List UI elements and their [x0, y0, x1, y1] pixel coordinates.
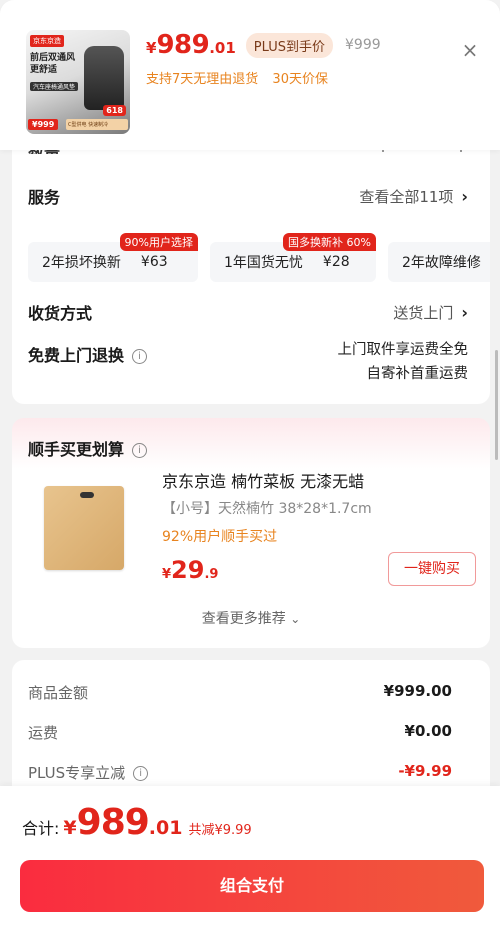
service-options: 2年损坏换新 ¥63 90%用户选择 1年国货无忧 ¥28 国多换新补 60% …	[28, 230, 490, 286]
service-option-price: ¥28	[322, 254, 350, 270]
thumb-price: ¥999	[28, 119, 59, 130]
total-price: 合计: ¥ 989 .01 共减¥9.99	[22, 802, 252, 843]
chevron-right-icon: ›	[461, 186, 468, 206]
summary-label: PLUS专享立减	[28, 764, 126, 782]
thumb-618-badge: 618	[103, 105, 126, 116]
total-integer: 989	[76, 802, 150, 843]
door-return-label: 免费上门退换	[28, 346, 125, 365]
bundle-price-integer: 29	[171, 556, 205, 584]
total-label: 合计:	[22, 819, 60, 838]
scrollbar[interactable]	[495, 350, 498, 460]
thumb-brand: 京东京造	[30, 35, 64, 47]
total-decimal: .01	[148, 817, 183, 839]
chevron-down-icon: ⌄	[290, 612, 301, 626]
bundle-title-label: 顺手买更划算	[28, 440, 125, 459]
thumb-strip: C型供电 快速制冷	[66, 119, 128, 130]
bundle-card: 顺手买更划算 i 京东京造 楠竹菜板 无漆无蜡 【小号】天然楠竹 38*28*1.…	[12, 418, 490, 648]
price-decimal: .01	[209, 39, 236, 57]
service-row[interactable]: 服务 查看全部11项 ›	[28, 184, 468, 208]
service-view-all[interactable]: 查看全部11项 ›	[359, 186, 468, 207]
service-view-all-label: 查看全部11项	[359, 187, 454, 206]
car-seat-image	[84, 46, 124, 110]
product-header: 京东京造 前后双通风 更舒适 汽车座椅通风垫 618 ¥999 C型供电 快速制…	[0, 0, 500, 150]
summary-value: ¥999.00	[383, 682, 452, 700]
service-option-tag: 国多换新补 60%	[283, 233, 376, 251]
bundle-product-spec: 【小号】天然楠竹 38*28*1.7cm	[162, 501, 372, 517]
door-return-info: 上门取件享运费全免 自寄补首重运费	[338, 338, 469, 386]
total-currency: ¥	[63, 817, 77, 839]
bundle-price: ¥ 29 .9	[162, 556, 218, 584]
board-handle-hole	[80, 492, 94, 498]
price-currency: ¥	[146, 39, 157, 57]
combined-pay-button[interactable]: 组合支付	[20, 860, 484, 912]
delivery-value-label: 送货上门	[393, 303, 454, 322]
service-option-2[interactable]: 2年故障维修	[388, 242, 490, 282]
service-option-price: ¥63	[140, 254, 168, 270]
summary-row-goods: 商品金额 ¥999.00	[28, 682, 452, 703]
summary-label-wrap: PLUS专享立减 i	[28, 762, 149, 783]
service-option-tag: 90%用户选择	[119, 233, 198, 251]
promise-price-protect: 30天价保	[272, 72, 328, 87]
close-icon[interactable]: ×	[458, 38, 482, 62]
info-icon[interactable]: i	[132, 443, 148, 458]
bundle-buy-rate: 92%用户顺手买过	[162, 529, 278, 545]
bundle-price-decimal: .9	[204, 567, 219, 582]
summary-label: 运费	[28, 724, 59, 742]
info-icon[interactable]: i	[132, 349, 148, 364]
bundle-price-currency: ¥	[162, 567, 172, 582]
bundle-title: 顺手买更划算 i	[28, 436, 148, 460]
original-price: ¥999	[345, 37, 381, 53]
summary-row-shipping: 运费 ¥0.00	[28, 722, 452, 743]
summary-label: 商品金额	[28, 684, 89, 702]
checkout-bar: 合计: ¥ 989 .01 共减¥9.99 组合支付	[0, 786, 500, 931]
thumb-sub: 汽车座椅通风垫	[30, 82, 79, 91]
bundle-product-image[interactable]	[30, 472, 140, 584]
summary-value: -¥9.99	[398, 762, 452, 780]
service-option-0[interactable]: 2年损坏换新 ¥63 90%用户选择	[28, 233, 198, 282]
service-title: 服务	[28, 188, 61, 207]
delivery-value[interactable]: 送货上门 ›	[393, 302, 468, 323]
delivery-title: 收货方式	[28, 304, 93, 323]
door-return-title: 免费上门退换 i	[28, 342, 148, 366]
service-option-1[interactable]: 1年国货无忧 ¥28 国多换新补 60%	[210, 233, 376, 282]
summary-row-plus-discount: PLUS专享立减 i -¥9.99	[28, 762, 452, 783]
delivery-row[interactable]: 收货方式 送货上门 ›	[28, 300, 468, 324]
service-option-name: 2年故障维修	[402, 255, 481, 271]
plus-price-tag: PLUS到手价	[245, 32, 333, 58]
service-card: 数量 服务 查看全部11项 › 2年损坏换新 ¥63 90%用户选择 1年国货无…	[12, 126, 490, 404]
door-return-line: 自寄补首重运费	[366, 366, 469, 382]
total-saved: 共减¥9.99	[188, 823, 252, 838]
service-promises: 支持7天无理由退货 30天价保	[146, 68, 328, 87]
promise-return: 支持7天无理由退货	[146, 72, 259, 87]
door-return-line: 上门取件享运费全免	[337, 342, 469, 358]
service-option-name: 1年国货无忧	[224, 255, 303, 271]
more-recommendations-label: 查看更多推荐	[201, 611, 286, 627]
more-recommendations[interactable]: 查看更多推荐 ⌄	[12, 608, 490, 628]
price-integer: 989	[156, 30, 210, 60]
summary-value: ¥0.00	[404, 722, 452, 740]
product-thumbnail[interactable]: 京东京造 前后双通风 更舒适 汽车座椅通风垫 618 ¥999 C型供电 快速制…	[26, 30, 130, 134]
header-price: ¥ 989 .01 PLUS到手价 ¥999	[146, 30, 381, 60]
one-click-buy-button[interactable]: 一键购买	[388, 552, 476, 586]
thumb-headline: 前后双通风 更舒适	[30, 53, 76, 75]
door-return-row: 免费上门退换 i	[28, 342, 148, 366]
info-icon[interactable]: i	[133, 766, 149, 781]
chevron-right-icon: ›	[461, 302, 468, 322]
bundle-product-name[interactable]: 京东京造 楠竹菜板 无漆无蜡	[162, 468, 364, 492]
cutting-board-image	[44, 486, 124, 570]
service-option-name: 2年损坏换新	[42, 255, 121, 271]
